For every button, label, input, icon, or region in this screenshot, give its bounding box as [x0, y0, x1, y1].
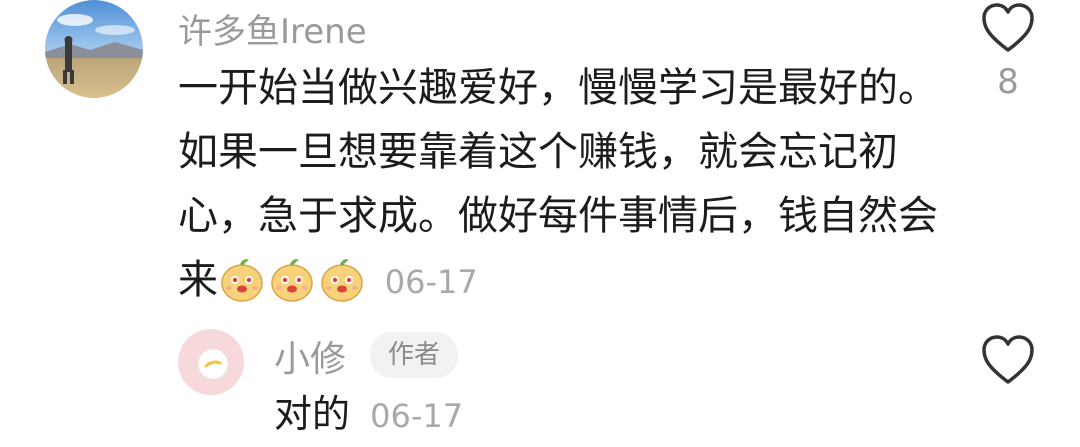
avatar[interactable]	[45, 0, 143, 98]
reply-text: 对的 06-17	[274, 384, 463, 446]
reply-username[interactable]: 小修	[274, 330, 346, 382]
like-button[interactable]	[978, 334, 1038, 386]
reply-item[interactable]: 小修 作者 对的 06-17	[0, 320, 1080, 447]
doge-emoji	[218, 255, 266, 322]
comment-text-line: 来	[178, 257, 218, 303]
comment-text-line: 如果一旦想要靠着这个赚钱，就会忘记初	[178, 129, 898, 175]
avatar[interactable]	[178, 329, 244, 395]
reply-text-content: 对的	[274, 392, 351, 436]
doge-emoji	[318, 255, 366, 322]
reply-date: 06-17	[370, 397, 464, 435]
heart-outline-icon	[982, 3, 1034, 52]
comment-item[interactable]: 许多鱼Irene 一开始当做兴趣爱好，慢慢学习是最好的。 如果一旦想要靠着这个赚…	[0, 0, 1080, 303]
like-count: 8	[997, 62, 1019, 102]
comment-text-line: 一开始当做兴趣爱好，慢慢学习是最好的。	[178, 65, 938, 111]
author-badge: 作者	[370, 332, 459, 378]
comment-text: 一开始当做兴趣爱好，慢慢学习是最好的。 如果一旦想要靠着这个赚钱，就会忘记初 心…	[178, 56, 938, 322]
heart-outline-icon	[982, 335, 1034, 384]
avatar-image	[178, 329, 244, 395]
comment-date: 06-17	[384, 263, 478, 301]
avatar-image	[45, 0, 143, 98]
like-button[interactable]	[978, 2, 1038, 54]
comment-username[interactable]: 许多鱼Irene	[178, 4, 367, 53]
comment-text-line: 心，急于求成。做好每件事情后，钱自然会	[178, 193, 938, 239]
comment-text-last-line: 来 06-17	[178, 248, 938, 322]
doge-emoji	[268, 255, 316, 322]
